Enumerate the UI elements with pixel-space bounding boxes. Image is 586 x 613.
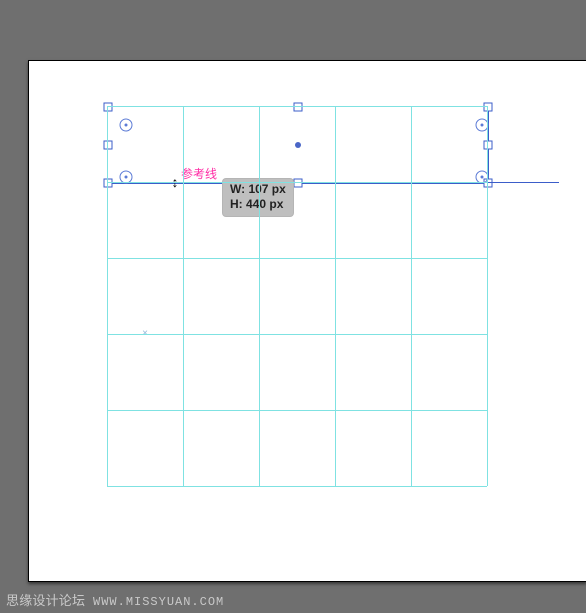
resize-handle-right[interactable] xyxy=(484,141,493,150)
grid-line-horizontal xyxy=(107,486,487,487)
selection-center-point[interactable] xyxy=(295,142,301,148)
tooltip-height-value: 440 px xyxy=(246,197,283,211)
selection-rect[interactable] xyxy=(107,106,489,184)
dimensions-tooltip: W: 107 px H: 440 px xyxy=(222,178,294,217)
grid-line-horizontal xyxy=(107,106,487,107)
resize-handle-top-left[interactable] xyxy=(104,103,113,112)
grid-line-vertical xyxy=(183,106,184,486)
watermark: 思缘设计论坛 WWW.MISSYUAN.COM xyxy=(6,590,224,609)
grid-line-vertical xyxy=(487,106,488,486)
tooltip-height-label: H: xyxy=(230,197,243,211)
grid-line-vertical xyxy=(411,106,412,486)
grid-line-horizontal xyxy=(107,182,487,183)
resize-handle-bottom[interactable] xyxy=(294,179,303,188)
guide-label: 参考线 xyxy=(181,165,217,182)
grid-line-vertical xyxy=(107,106,108,486)
grid-line-vertical xyxy=(335,106,336,486)
rotate-handle-top-left[interactable] xyxy=(120,119,133,132)
grid-line-horizontal xyxy=(107,258,487,259)
tooltip-width-value: 107 px xyxy=(248,182,285,196)
grid-line-vertical xyxy=(259,106,260,486)
app-viewport: ↕ 参考线 × W: 107 px H: 440 px 思缘设计论坛 WWW.M… xyxy=(0,0,586,613)
tooltip-width-label: W: xyxy=(230,182,245,196)
resize-handle-bottom-left[interactable] xyxy=(104,179,113,188)
resize-handle-left[interactable] xyxy=(104,141,113,150)
grid-line-horizontal xyxy=(107,410,487,411)
resize-handle-top-right[interactable] xyxy=(484,103,493,112)
resize-handle-top[interactable] xyxy=(294,103,303,112)
watermark-text: 思缘设计论坛 xyxy=(6,593,85,608)
grid-line-horizontal xyxy=(107,334,487,335)
watermark-url: WWW.MISSYUAN.COM xyxy=(93,595,224,609)
